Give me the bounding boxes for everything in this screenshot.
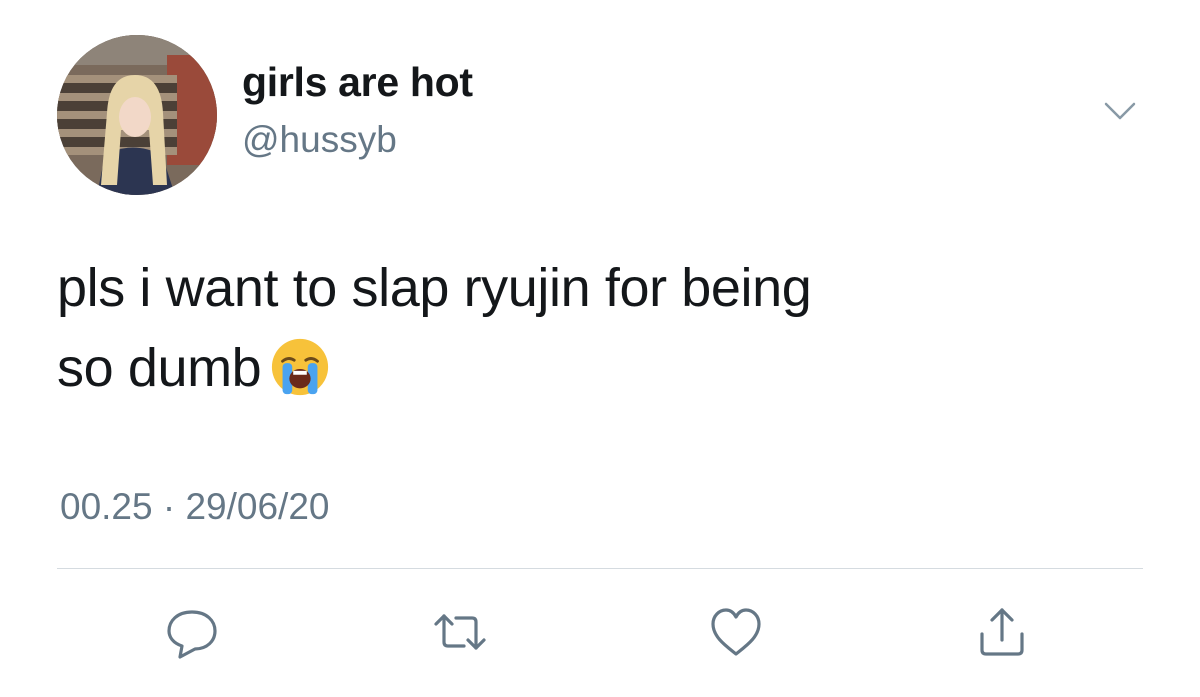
chevron-down-icon (1104, 102, 1136, 120)
share-upload-icon (980, 608, 1024, 656)
more-options-button[interactable] (1096, 92, 1144, 132)
avatar[interactable] (57, 35, 217, 195)
tweet-text-line: so dumb (57, 338, 262, 398)
profile-photo-icon (57, 35, 217, 195)
tweet-text: pls i want to slap ryujin for being so d… (57, 248, 1017, 408)
user-handle[interactable]: @hussyb (242, 119, 397, 161)
reply-button[interactable] (162, 602, 222, 662)
tweet-text-line-with-emoji: so dumb (57, 328, 1017, 408)
retweet-button[interactable] (430, 602, 490, 662)
speech-bubble-icon (167, 610, 217, 659)
divider (57, 568, 1143, 569)
tweet-text-line: pls i want to slap ryujin for being (57, 258, 812, 318)
tweet-timestamp[interactable]: 00.25 · 29/06/20 (60, 486, 330, 528)
display-name[interactable]: girls are hot (242, 59, 473, 105)
retweet-arrows-icon (434, 614, 486, 650)
heart-icon (711, 608, 761, 656)
like-button[interactable] (706, 602, 766, 662)
loudly-crying-face-icon (269, 336, 331, 398)
share-button[interactable] (972, 602, 1032, 662)
